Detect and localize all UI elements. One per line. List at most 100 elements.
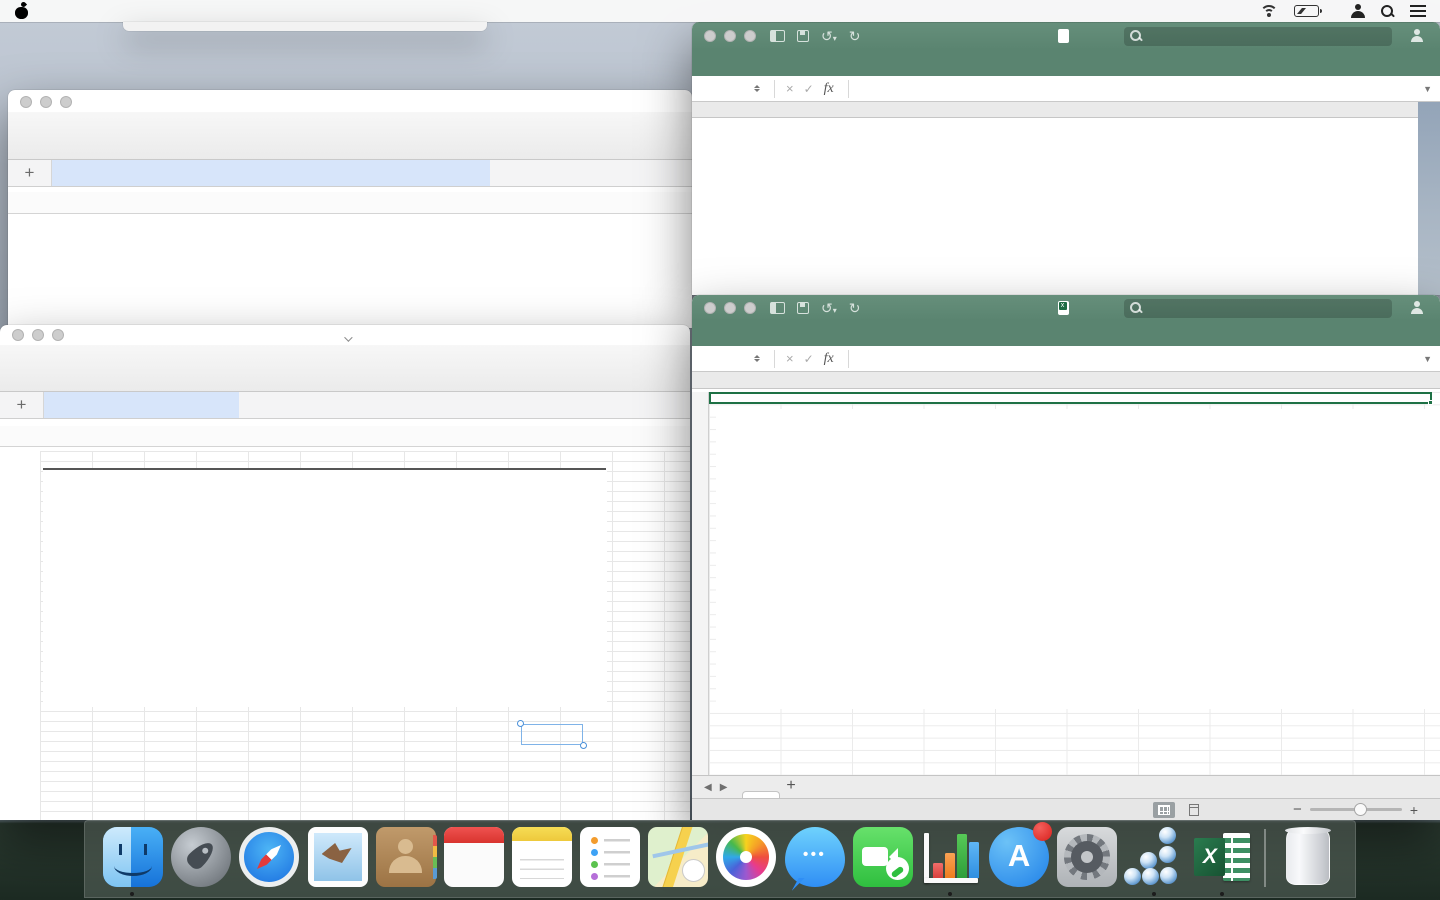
zoom-button[interactable] <box>60 96 72 108</box>
close-button[interactable] <box>704 302 716 314</box>
toolbar <box>8 112 692 160</box>
undo-icon[interactable]: ↺▾ <box>821 29 837 43</box>
messages-icon: ••• <box>785 827 845 887</box>
zoom-slider[interactable] <box>1310 808 1402 811</box>
next-sheet-icon[interactable]: ▶ <box>720 782 736 793</box>
results-spreadsheet-window: + <box>0 325 690 820</box>
battery-icon[interactable] <box>1294 5 1319 17</box>
ribbon-tabs <box>692 50 1440 76</box>
search-icon <box>1130 302 1143 315</box>
dock-finder[interactable] <box>102 827 162 893</box>
fill-handle[interactable] <box>1428 400 1433 405</box>
offscreen-edge <box>1418 102 1440 295</box>
fast-user-switch-icon[interactable] <box>1351 4 1365 18</box>
dock-statplus[interactable] <box>1124 827 1184 893</box>
zoom-out-icon[interactable]: − <box>1293 801 1302 818</box>
formula-bar-expand-icon[interactable]: ▼ <box>1423 354 1432 364</box>
excel-document-icon <box>1058 301 1069 315</box>
insert-function-icon[interactable]: fx <box>824 81 834 97</box>
sidebar-toggle-icon[interactable] <box>770 302 785 314</box>
insert-function-icon[interactable]: fx <box>824 351 834 367</box>
wifi-icon[interactable] <box>1260 5 1278 18</box>
safari-icon <box>239 827 299 887</box>
enter-icon[interactable]: ✓ <box>804 352 814 366</box>
close-button[interactable] <box>20 96 32 108</box>
selected-shape[interactable] <box>521 724 583 745</box>
redo-icon[interactable]: ↻ <box>849 301 861 315</box>
window-controls[interactable] <box>704 302 756 314</box>
minimize-button[interactable] <box>724 302 736 314</box>
dock-mail[interactable] <box>307 827 367 893</box>
sheet-grid <box>692 389 1440 775</box>
charts-app-icon <box>921 827 981 887</box>
share-icon[interactable] <box>1410 301 1426 314</box>
page-layout-view-icon[interactable] <box>1183 802 1205 818</box>
shape-handle[interactable] <box>517 720 524 727</box>
spreadsheet-menu <box>123 22 487 31</box>
window-controls[interactable] <box>20 96 72 108</box>
normal-view-icon[interactable] <box>1153 802 1175 818</box>
running-indicator <box>130 892 134 896</box>
zoom-in-icon[interactable]: + <box>1410 802 1418 818</box>
spotlight-icon[interactable] <box>1381 5 1394 18</box>
dock-messages[interactable]: ••• <box>784 827 844 893</box>
zoom-button[interactable] <box>744 302 756 314</box>
dock-safari[interactable] <box>238 827 298 893</box>
search-sheet-field[interactable] <box>1124 299 1392 318</box>
dock-maps[interactable] <box>647 827 707 893</box>
selected-cell-range[interactable] <box>709 392 1432 404</box>
name-box-stepper[interactable] <box>750 352 764 365</box>
dock-reminders[interactable] <box>579 827 639 893</box>
window-controls[interactable] <box>704 30 756 42</box>
notes-icon <box>512 827 572 887</box>
excel-icon <box>1193 827 1253 887</box>
box-plot-chart[interactable] <box>43 470 607 707</box>
dock-excel[interactable] <box>1192 827 1252 893</box>
minimize-button[interactable] <box>40 96 52 108</box>
cancel-icon[interactable]: × <box>786 81 794 96</box>
notification-center-icon[interactable] <box>1410 5 1426 17</box>
name-box-stepper[interactable] <box>750 82 764 95</box>
dock-system-preferences[interactable] <box>1056 827 1116 893</box>
share-icon[interactable] <box>1410 29 1426 42</box>
shape-handle[interactable] <box>580 742 587 749</box>
search-sheet-field[interactable] <box>1124 27 1392 46</box>
dock-charts-app[interactable] <box>920 827 980 893</box>
prev-sheet-icon[interactable]: ◀ <box>704 782 720 793</box>
close-button[interactable] <box>704 30 716 42</box>
minimize-button[interactable] <box>724 30 736 42</box>
dock-contacts[interactable] <box>375 827 435 893</box>
add-sheet-button[interactable]: + <box>0 392 44 418</box>
sidebar-toggle-icon[interactable] <box>770 30 785 42</box>
cancel-icon[interactable]: × <box>786 351 794 366</box>
save-icon[interactable] <box>797 30 809 42</box>
add-sheet-button[interactable]: + <box>786 777 795 798</box>
title-bar[interactable]: ↺▾ ↻ <box>692 295 1440 321</box>
dock-notes[interactable] <box>511 827 571 893</box>
apple-menu-icon[interactable] <box>14 3 29 19</box>
system-preferences-icon <box>1057 827 1117 887</box>
menu-bar <box>0 0 1440 22</box>
tab-results[interactable] <box>44 392 239 418</box>
box-plot-chart[interactable] <box>716 409 1440 709</box>
enter-icon[interactable]: ✓ <box>804 82 814 96</box>
add-sheet-button[interactable]: + <box>8 160 52 186</box>
dock-trash[interactable] <box>1278 827 1338 893</box>
redo-icon[interactable]: ↻ <box>849 29 861 43</box>
tab-results[interactable] <box>742 791 780 798</box>
dock-app-store[interactable] <box>988 827 1048 893</box>
formula-bar: × ✓ fx ▼ <box>692 76 1440 102</box>
excel-results-window: ↺▾ ↻ × ✓ fx ▼ ◀▶ + − <box>692 295 1440 820</box>
zoom-button[interactable] <box>744 30 756 42</box>
dock-photos[interactable] <box>715 827 775 893</box>
save-icon[interactable] <box>797 302 809 314</box>
trash-icon <box>1286 829 1330 885</box>
dock-facetime[interactable] <box>852 827 912 893</box>
photos-icon <box>716 827 776 887</box>
formula-bar-expand-icon[interactable]: ▼ <box>1423 84 1432 94</box>
dock-launchpad[interactable] <box>170 827 230 893</box>
tab-data[interactable] <box>52 160 490 186</box>
dock-calendar[interactable] <box>443 827 503 893</box>
undo-icon[interactable]: ↺▾ <box>821 301 837 315</box>
title-bar[interactable]: ↺▾ ↻ <box>692 22 1440 50</box>
